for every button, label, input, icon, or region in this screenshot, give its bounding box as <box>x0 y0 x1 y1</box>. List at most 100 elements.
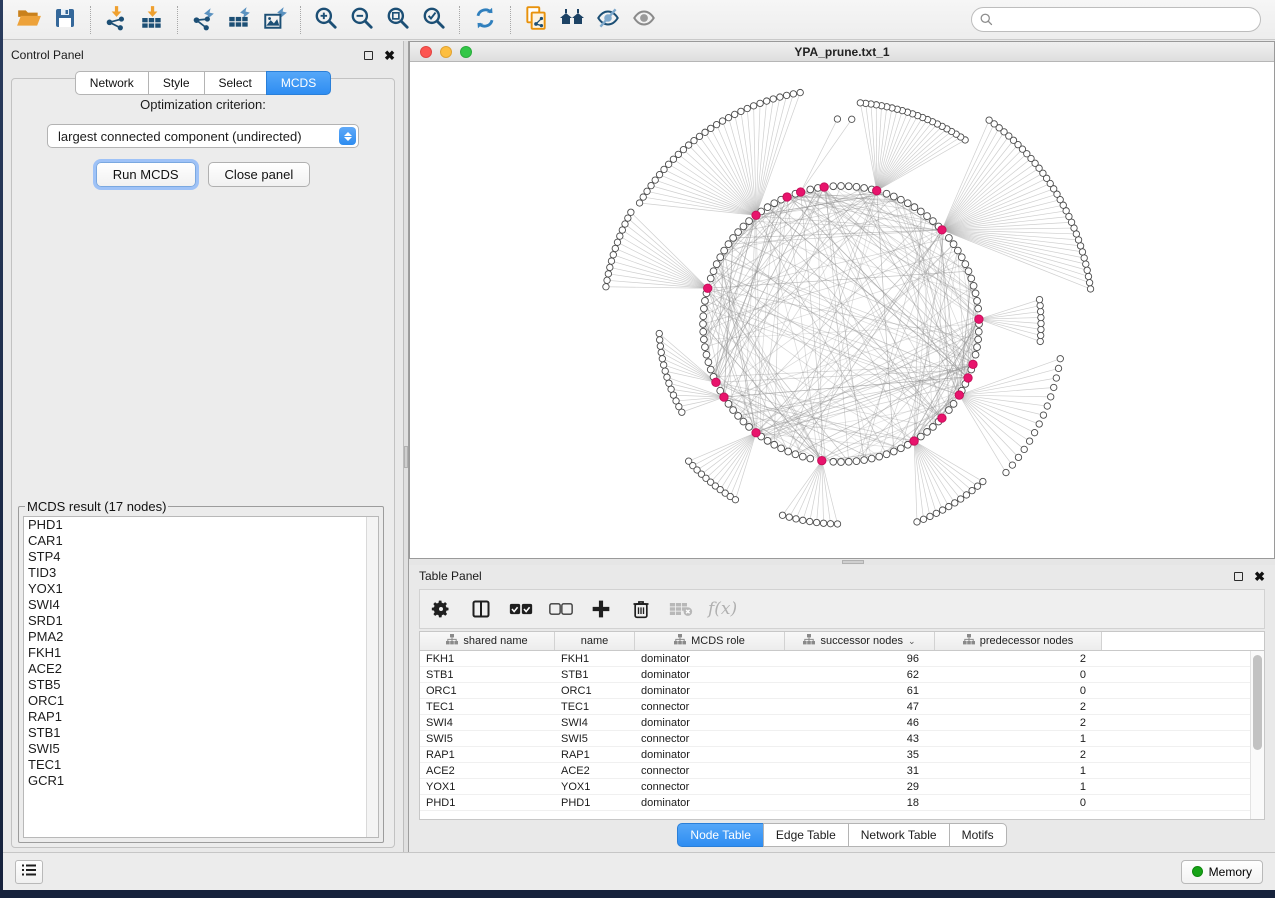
graph-node[interactable] <box>786 514 792 520</box>
graph-node[interactable] <box>904 200 911 207</box>
graph-node[interactable] <box>975 305 982 312</box>
table-row[interactable]: RAP1RAP1dominator352 <box>420 747 1250 763</box>
close-panel-icon[interactable]: ✖ <box>1254 572 1265 581</box>
graph-node[interactable] <box>924 213 931 220</box>
table-row[interactable]: SWI4SWI4dominator462 <box>420 715 1250 731</box>
graph-node[interactable] <box>656 337 662 343</box>
mcds-node-item[interactable]: STB1 <box>24 725 378 741</box>
graph-node[interactable] <box>834 521 840 527</box>
graph-node[interactable] <box>764 204 771 211</box>
table-row[interactable]: FKH1FKH1dominator962 <box>420 651 1250 667</box>
panel-list-button[interactable] <box>15 860 43 884</box>
graph-node[interactable] <box>744 105 750 111</box>
graph-node[interactable] <box>725 400 732 407</box>
graph-node[interactable] <box>730 235 737 242</box>
graph-node[interactable] <box>731 111 737 117</box>
graph-node[interactable] <box>857 100 863 106</box>
mcds-node-item[interactable]: FKH1 <box>24 645 378 661</box>
graph-node[interactable] <box>735 229 742 236</box>
graph-node[interactable] <box>1053 375 1059 381</box>
scrollbar-thumb[interactable] <box>1253 655 1262 750</box>
import-network-button[interactable] <box>98 4 134 36</box>
column-header-name[interactable]: name <box>555 632 635 650</box>
graph-node[interactable] <box>657 343 663 349</box>
graph-node[interactable] <box>968 275 975 282</box>
graph-node[interactable] <box>813 519 819 525</box>
float-panel-icon[interactable] <box>364 51 373 60</box>
deselect-all-icon[interactable] <box>548 596 574 622</box>
graph-node[interactable] <box>927 513 933 519</box>
graph-node[interactable] <box>1051 384 1057 390</box>
trash-icon[interactable] <box>628 596 654 622</box>
graph-node[interactable] <box>610 252 616 258</box>
graph-node[interactable] <box>917 433 924 440</box>
graph-node[interactable] <box>986 117 992 123</box>
zoom-selected-button[interactable] <box>416 4 452 36</box>
graph-node[interactable] <box>785 448 792 455</box>
graph-node[interactable] <box>890 193 897 200</box>
graph-node[interactable] <box>628 209 634 215</box>
graph-node[interactable] <box>752 429 760 437</box>
graph-node[interactable] <box>746 423 753 430</box>
graph-node[interactable] <box>662 368 668 374</box>
graph-node[interactable] <box>969 360 977 368</box>
graph-node[interactable] <box>807 518 813 524</box>
graph-node[interactable] <box>958 254 965 261</box>
graph-node[interactable] <box>963 492 969 498</box>
graph-node[interactable] <box>834 116 840 122</box>
mcds-node-item[interactable]: SWI5 <box>24 741 378 757</box>
graph-node[interactable] <box>732 497 738 503</box>
criterion-select[interactable]: largest connected component (undirected) <box>47 124 359 148</box>
graph-node[interactable] <box>1037 302 1043 308</box>
graph-node[interactable] <box>661 166 667 172</box>
graph-node[interactable] <box>790 91 796 97</box>
graph-node[interactable] <box>658 349 664 355</box>
graph-node[interactable] <box>675 151 681 157</box>
graph-node[interactable] <box>725 114 731 120</box>
graph-node[interactable] <box>685 142 691 148</box>
graph-node[interactable] <box>710 268 717 275</box>
network-graph[interactable] <box>410 62 1274 558</box>
mcds-node-item[interactable]: SRD1 <box>24 613 378 629</box>
graph-node[interactable] <box>679 409 685 415</box>
graph-node[interactable] <box>1038 326 1044 332</box>
run-mcds-button[interactable]: Run MCDS <box>96 162 196 187</box>
graph-node[interactable] <box>666 380 672 386</box>
graph-node[interactable] <box>721 247 728 254</box>
columns-icon[interactable] <box>468 596 494 622</box>
export-image-button[interactable] <box>257 4 293 36</box>
tab-network-table[interactable]: Network Table <box>848 823 949 847</box>
graph-node[interactable] <box>771 441 778 448</box>
graph-node[interactable] <box>708 125 714 131</box>
graph-node[interactable] <box>778 445 785 452</box>
tab-style[interactable]: Style <box>148 71 204 95</box>
graph-node[interactable] <box>917 208 924 215</box>
graph-node[interactable] <box>945 235 952 242</box>
graph-node[interactable] <box>946 503 952 509</box>
graph-node[interactable] <box>648 182 654 188</box>
table-row[interactable]: PHD1PHD1dominator180 <box>420 795 1250 811</box>
zoom-fit-button[interactable] <box>380 4 416 36</box>
graph-node[interactable] <box>792 451 799 458</box>
graph-node[interactable] <box>975 315 983 323</box>
mcds-node-item[interactable]: STB5 <box>24 677 378 693</box>
graph-node[interactable] <box>1083 261 1089 267</box>
graph-node[interactable] <box>707 275 714 282</box>
graph-node[interactable] <box>665 161 671 167</box>
graph-node[interactable] <box>980 478 986 484</box>
graph-node[interactable] <box>1077 243 1083 249</box>
export-network-button[interactable] <box>185 4 221 36</box>
table-row[interactable]: YOX1YOX1connector291 <box>420 779 1250 795</box>
table-row[interactable]: STB1STB1dominator620 <box>420 667 1250 683</box>
graph-node[interactable] <box>702 344 709 351</box>
graph-node[interactable] <box>820 520 826 526</box>
graph-node[interactable] <box>938 226 946 234</box>
tab-node-table[interactable]: Node Table <box>677 823 763 847</box>
first-neighbors-button[interactable] <box>554 4 590 36</box>
graph-node[interactable] <box>797 89 803 95</box>
mcds-node-item[interactable]: ORC1 <box>24 693 378 709</box>
graph-node[interactable] <box>853 183 860 190</box>
network-canvas[interactable] <box>410 62 1274 558</box>
graph-node[interactable] <box>636 200 642 206</box>
graph-node[interactable] <box>807 455 814 462</box>
